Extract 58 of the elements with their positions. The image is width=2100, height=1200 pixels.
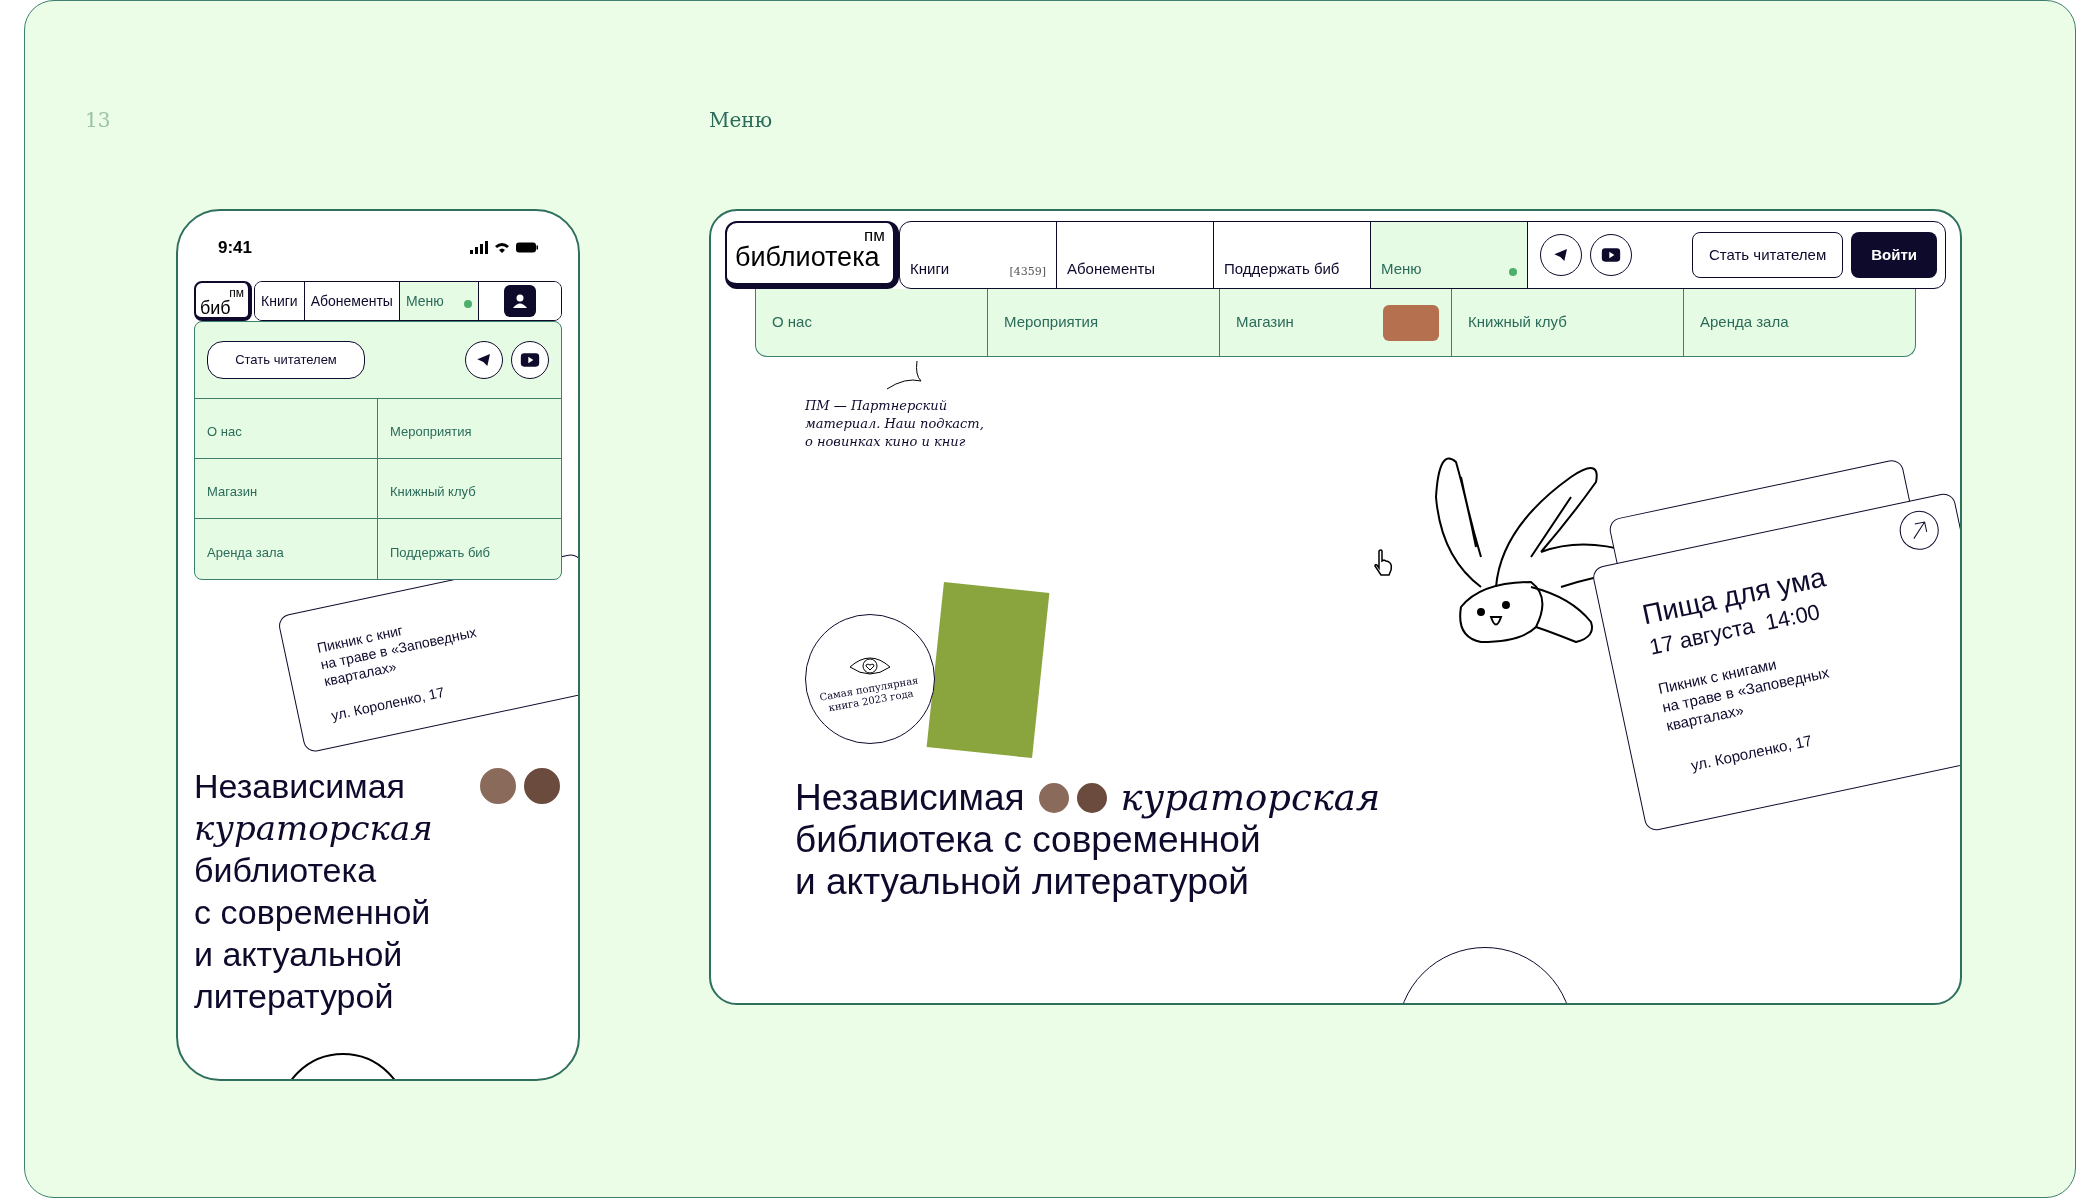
menu-item[interactable]: Книжный клуб xyxy=(378,458,561,519)
event-address: ул. Короленко, 17 xyxy=(1688,731,1815,776)
submenu-item[interactable]: Мероприятия xyxy=(988,289,1220,356)
logo-text: биб xyxy=(200,298,232,317)
headline-text: кураторская xyxy=(194,806,433,849)
menu-item[interactable]: Аренда зала xyxy=(195,518,378,579)
logo-text: пм xyxy=(229,286,244,299)
logo-text: пм xyxy=(864,227,885,244)
telegram-button[interactable] xyxy=(465,340,503,379)
badge-text: Самая популярная книга 2023 года xyxy=(817,673,921,716)
submenu-item[interactable]: Книжный клуб xyxy=(1452,289,1684,356)
nav-tab[interactable]: Книги [4359] xyxy=(900,222,1057,288)
headline-text: Независимая xyxy=(795,777,1025,819)
submenu-item[interactable]: Магазин xyxy=(1220,289,1452,356)
nav-tab[interactable]: Меню xyxy=(1371,222,1528,288)
menu-item[interactable]: О нас xyxy=(195,398,378,459)
count-label: [4359] xyxy=(1009,263,1046,280)
logo-text: библиотека xyxy=(735,244,881,271)
nav-tab[interactable]: Меню xyxy=(399,281,479,320)
logo[interactable]: пм биб xyxy=(194,280,252,321)
profile-button[interactable] xyxy=(503,284,536,317)
menu-item[interactable]: Мероприятия xyxy=(378,398,561,459)
headline-text: с современной xyxy=(194,891,431,933)
nav-tab[interactable]: Абонементы xyxy=(1057,222,1214,288)
logo[interactable]: пм библиотека xyxy=(725,221,899,289)
telegram-icon xyxy=(1553,247,1569,263)
status-time: 9:41 xyxy=(218,237,253,259)
slide-title: Меню xyxy=(709,107,773,134)
headline-text: библиотека xyxy=(194,849,377,891)
submenu-item[interactable]: Аренда зала xyxy=(1684,289,1915,356)
video-play-icon xyxy=(1601,247,1621,263)
video-button[interactable] xyxy=(511,340,549,379)
headline-text: и актуальной литературой xyxy=(795,861,1249,903)
video-button[interactable] xyxy=(1590,234,1632,276)
telegram-button[interactable] xyxy=(1540,234,1582,276)
become-reader-button[interactable]: Стать читателем xyxy=(207,340,365,379)
menu-item[interactable]: Поддержать биб xyxy=(378,518,561,579)
handwritten-note: о новинках кино и книг xyxy=(805,433,967,451)
headline-text: Независимая xyxy=(194,765,405,807)
video-play-icon xyxy=(520,351,540,368)
hand-cursor-icon xyxy=(1373,549,1395,577)
user-icon xyxy=(511,292,528,309)
nav-tab[interactable]: Книги xyxy=(255,281,305,320)
wifi-icon xyxy=(494,241,510,254)
headline-text: литературой xyxy=(194,975,394,1017)
submenu-item[interactable]: О нас xyxy=(756,289,988,356)
signal-icon xyxy=(470,241,488,255)
headline-text: и актуальной xyxy=(194,933,403,975)
handwritten-note: материал. Наш подкаст, xyxy=(805,415,984,433)
menu-item[interactable]: Магазин xyxy=(195,458,378,519)
become-reader-button[interactable]: Стать читателем xyxy=(1691,232,1844,278)
login-button[interactable]: Войти xyxy=(1851,232,1937,278)
page-number: 13 xyxy=(85,107,112,134)
headline-text: библиотека с современной xyxy=(795,819,1261,861)
handwritten-note: ПМ — Партнерский xyxy=(805,397,949,415)
telegram-icon xyxy=(476,351,492,368)
battery-icon xyxy=(516,242,538,254)
headline-text: кураторская xyxy=(1120,777,1381,819)
